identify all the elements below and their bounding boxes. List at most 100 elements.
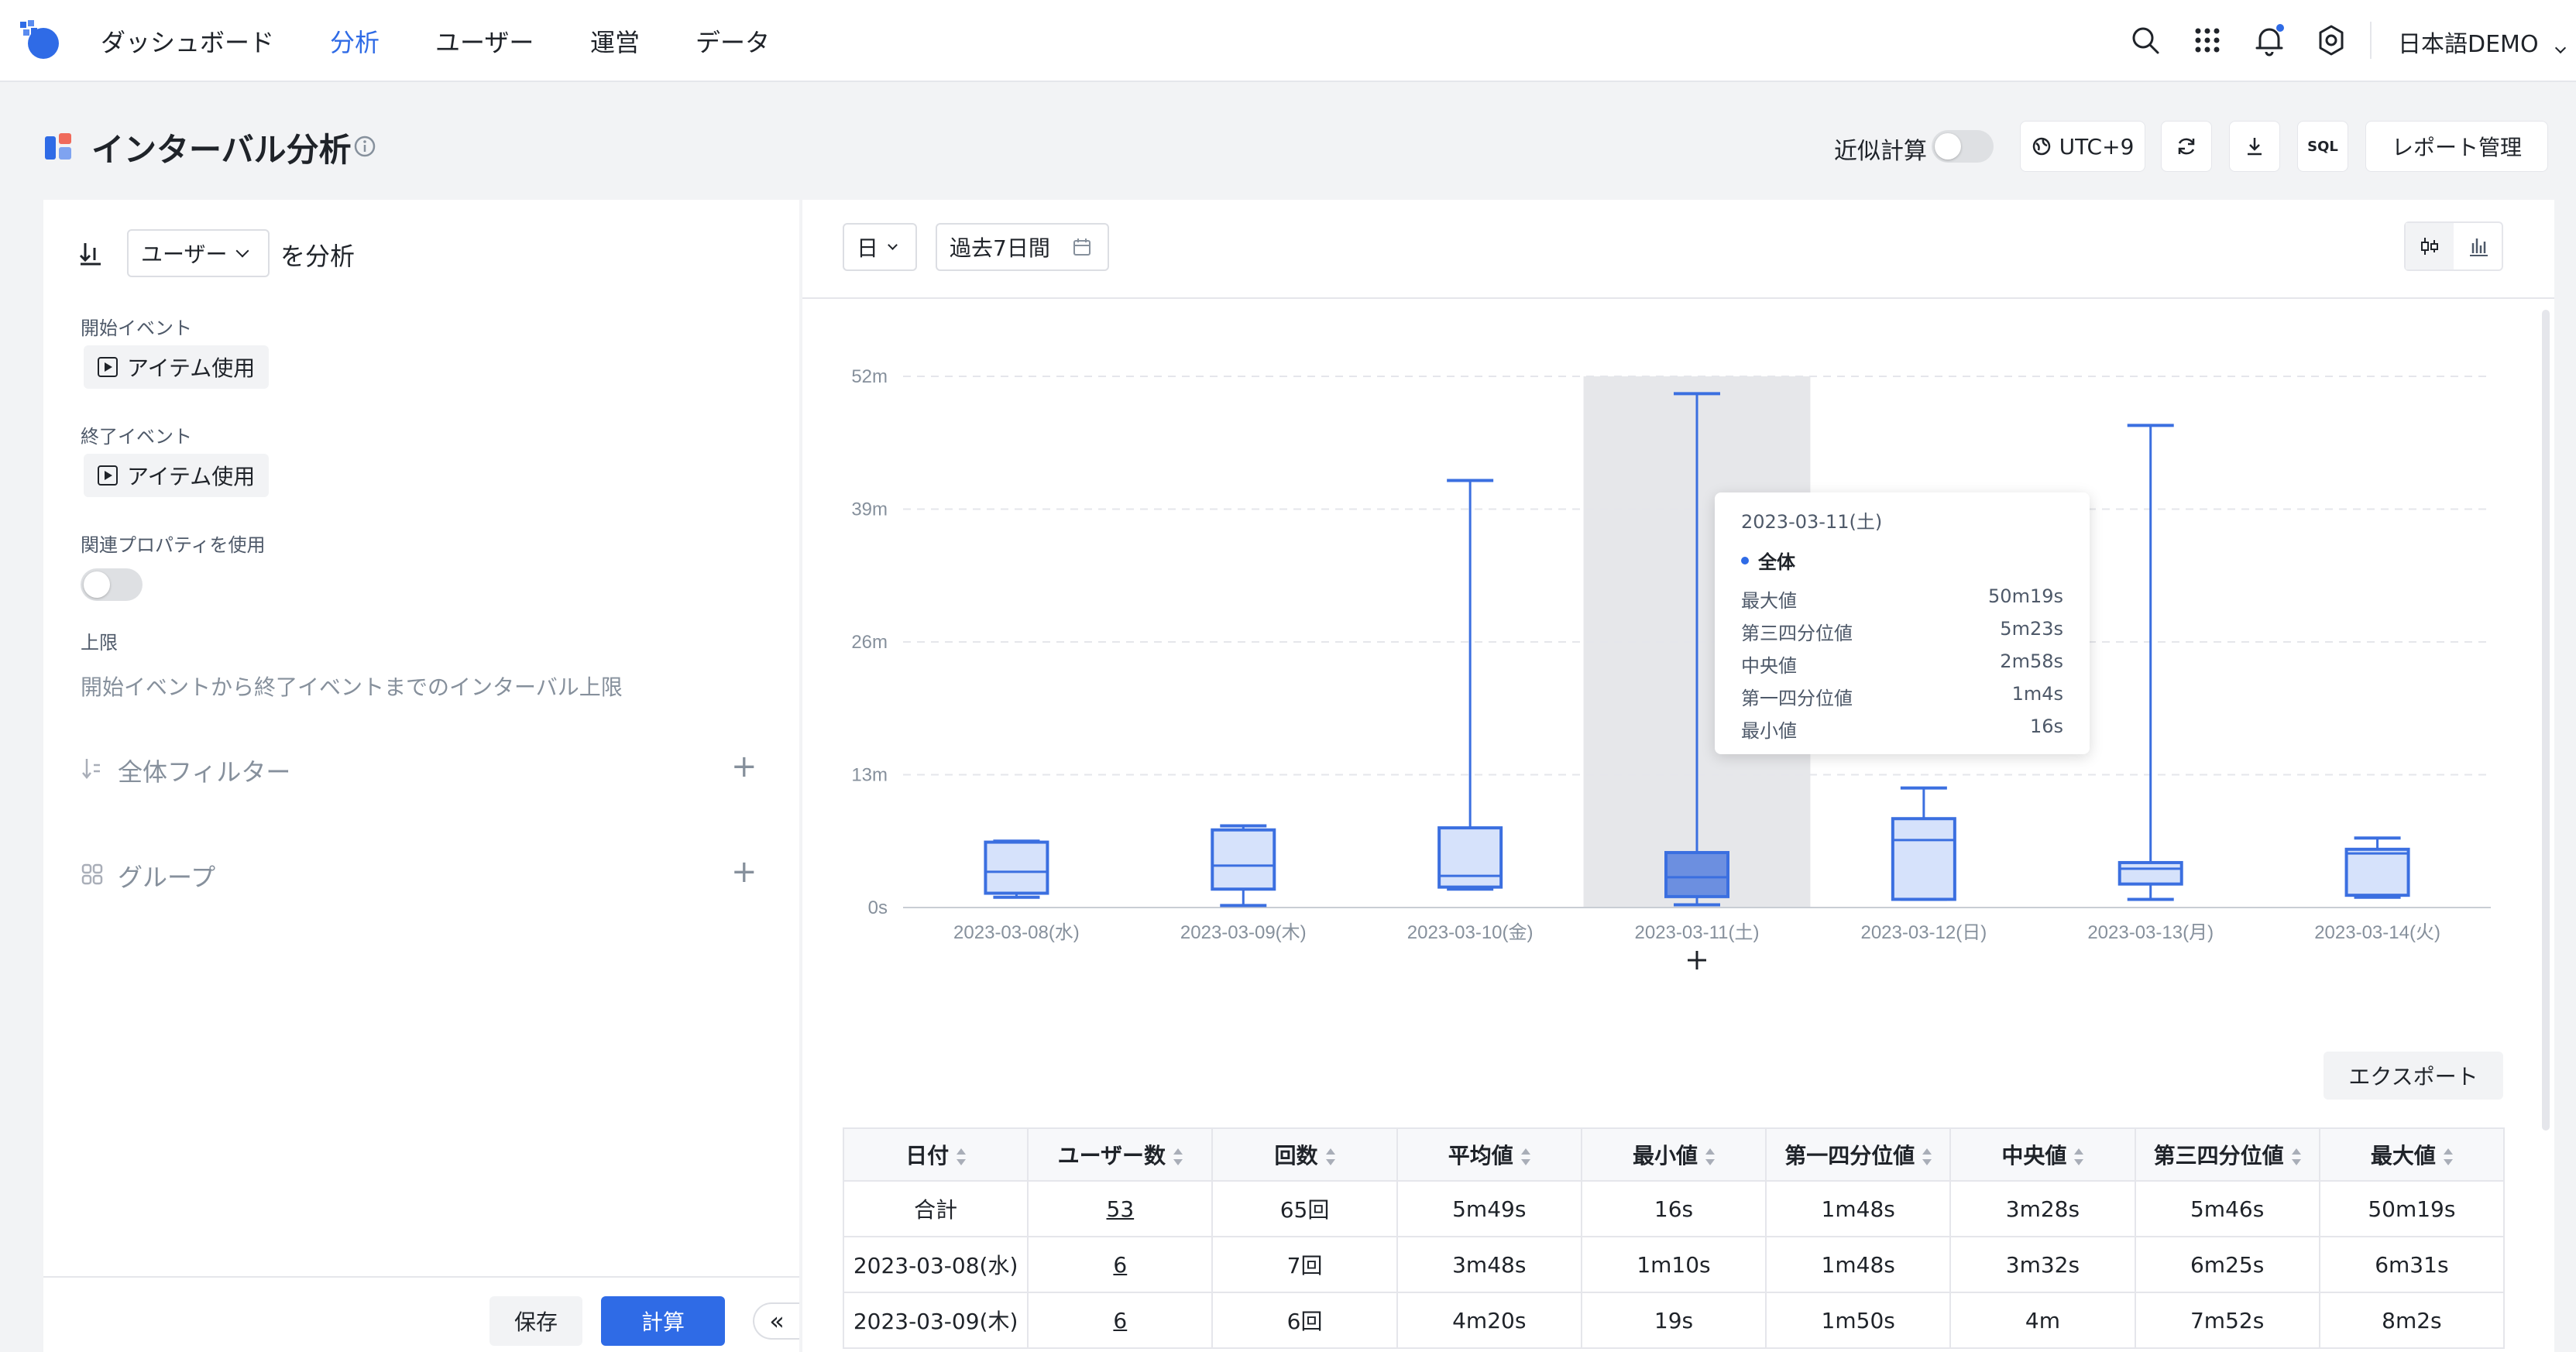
granularity-select[interactable]: 日 [843,223,917,271]
col-median[interactable]: 中央値 [1949,1127,2136,1182]
sql-button[interactable]: SQL [2297,121,2348,172]
col-min[interactable]: 最小値 [1580,1127,1767,1182]
users-link[interactable]: 6 [1113,1252,1127,1278]
col-q1[interactable]: 第一四分位値 [1765,1127,1952,1182]
limit-label: 上限 [81,632,118,654]
interval-analysis-icon [45,133,71,160]
result-table: 日付 ユーザー数 回数 平均値 最小値 第一四分位値 中央値 第三四分位値 最大… [842,1127,2506,1349]
tooltip-row-label: 中央値 [1741,655,1797,677]
end-event-chip[interactable]: アイテム使用 [84,454,270,497]
bar-chart-icon [2470,238,2488,256]
boxplot-view-button[interactable] [2406,223,2454,269]
sql-label: SQL [2307,138,2338,155]
app-logo-icon[interactable] [17,17,60,63]
col-count[interactable]: 回数 [1211,1127,1398,1182]
tooltip-row-value: 1m4s [2011,683,2063,705]
table-cell: 2023-03-08(水) [842,1236,1029,1293]
start-event-label: 開始イベント [81,317,192,339]
table-cell-users-link[interactable]: 6 [1027,1292,1214,1349]
table-cell-users-link[interactable]: 6 [1027,1236,1214,1293]
related-property-toggle[interactable] [81,568,143,601]
panel-footer-divider [43,1276,799,1278]
x-tick-label: 2023-03-11(土) [1635,922,1760,943]
col-label: 最小値 [1632,1143,1698,1168]
bar-view-button[interactable] [2455,223,2502,269]
group-section[interactable]: グループ [118,858,215,894]
tooltip-row-label: 第三四分位値 [1741,623,1853,644]
save-button[interactable]: 保存 [489,1296,582,1346]
calendar-icon [1073,238,1091,256]
col-q3[interactable]: 第三四分位値 [2134,1127,2320,1182]
limit-input[interactable]: 開始イベントから終了イベントまでのインターバル上限 [81,671,623,702]
timezone-button[interactable]: UTC+9 [2020,121,2145,172]
analyze-subject-value: ユーザー [141,242,228,267]
table-row: 合計 53 65回 5m49s 16s 1m48s 3m28s 5m46s 50… [842,1180,2506,1237]
table-cell: 5m46s [2134,1180,2320,1237]
table-cell: 1m50s [1765,1292,1952,1349]
download-button[interactable] [2229,121,2280,172]
sort-icon [2443,1148,2453,1165]
add-group-plus-icon[interactable]: + [731,856,757,887]
nav-operations[interactable]: 運営 [590,23,640,59]
collapse-panel-button[interactable]: « [753,1302,799,1340]
language-switcher[interactable]: 日本語DEMO [2398,25,2567,59]
refresh-button[interactable] [2161,121,2212,172]
table-cell: 3m48s [1396,1236,1582,1293]
report-manage-button[interactable]: レポート管理 [2365,121,2548,172]
tooltip-row-median: 中央値 2m58s [1741,650,2063,678]
x-tick-label: 2023-03-08(水) [953,922,1080,943]
export-button[interactable]: エクスポート [2324,1052,2503,1100]
info-icon[interactable] [353,135,376,158]
apps-grid-icon[interactable] [2190,23,2224,57]
col-users[interactable]: ユーザー数 [1027,1127,1214,1182]
boxplot-chart[interactable]: 0s 13m 26m 39m 52m 2023-03-08(水) 2023-03-09(木)… [802,341,2554,976]
tooltip-row-value: 5m23s [2000,618,2063,640]
global-filter-section[interactable]: 全体フィルター [118,753,290,788]
toolbar-divider [802,297,2554,299]
nav-analysis[interactable]: 分析 [330,23,380,59]
table-cell: 7m52s [2134,1292,2320,1349]
date-range-picker[interactable]: 過去7日間 [936,223,1109,271]
chevron-down-icon [2555,42,2567,54]
nav-data[interactable]: データ [696,23,770,59]
col-mean[interactable]: 平均値 [1396,1127,1582,1182]
col-max[interactable]: 最大値 [2318,1127,2506,1182]
nav-users[interactable]: ユーザー [435,23,534,59]
users-link[interactable]: 53 [1107,1196,1135,1222]
calculate-button[interactable]: 計算 [601,1296,725,1346]
top-nav: ダッシュボード 分析 ユーザー 運営 データ 日本語DEMO [0,0,2576,82]
table-cell: 1m48s [1765,1236,1952,1293]
box [1891,817,1956,901]
chart-tooltip: 2023-03-11(土) 全体 最大値 50m19s 第三四分位値 5m23s 中… [1715,492,2090,754]
bell-icon[interactable] [2252,23,2286,57]
tooltip-date: 2023-03-11(土) [1741,511,1883,533]
sort-icon [1922,1148,1932,1165]
search-icon[interactable] [2128,23,2162,57]
start-event-chip[interactable]: アイテム使用 [84,345,270,389]
approx-calc-toggle[interactable] [1932,130,1994,163]
related-property-label: 関連プロパティを使用 [81,534,266,556]
x-tick-label: 2023-03-14(火) [2314,922,2440,943]
settings-gear-icon[interactable] [2314,23,2348,57]
y-tick-label: 52m [851,366,888,387]
nav-dashboard[interactable]: ダッシュボード [101,23,274,59]
y-tick-label: 39m [851,499,888,520]
end-event-name: アイテム使用 [127,464,256,489]
x-tick-label: 2023-03-09(木) [1180,922,1307,943]
col-date[interactable]: 日付 [842,1127,1029,1182]
box [2344,847,2410,897]
add-filter-plus-icon[interactable]: + [731,751,757,782]
chevron-down-icon [235,244,249,258]
box [1211,828,1276,891]
sort-icon [1705,1148,1715,1165]
analyze-subject-select[interactable]: ユーザー [127,229,270,277]
users-link[interactable]: 6 [1113,1308,1127,1333]
nav-separator [2370,22,2372,59]
table-cell: 6m31s [2318,1236,2506,1293]
vertical-scrollbar[interactable] [2542,310,2550,1131]
analyze-suffix: を分析 [280,242,355,271]
filter-sort-icon [82,759,100,779]
table-cell-users-link[interactable]: 53 [1027,1180,1214,1237]
start-event-name: アイテム使用 [127,355,256,381]
boxplot-icon [2421,238,2438,255]
